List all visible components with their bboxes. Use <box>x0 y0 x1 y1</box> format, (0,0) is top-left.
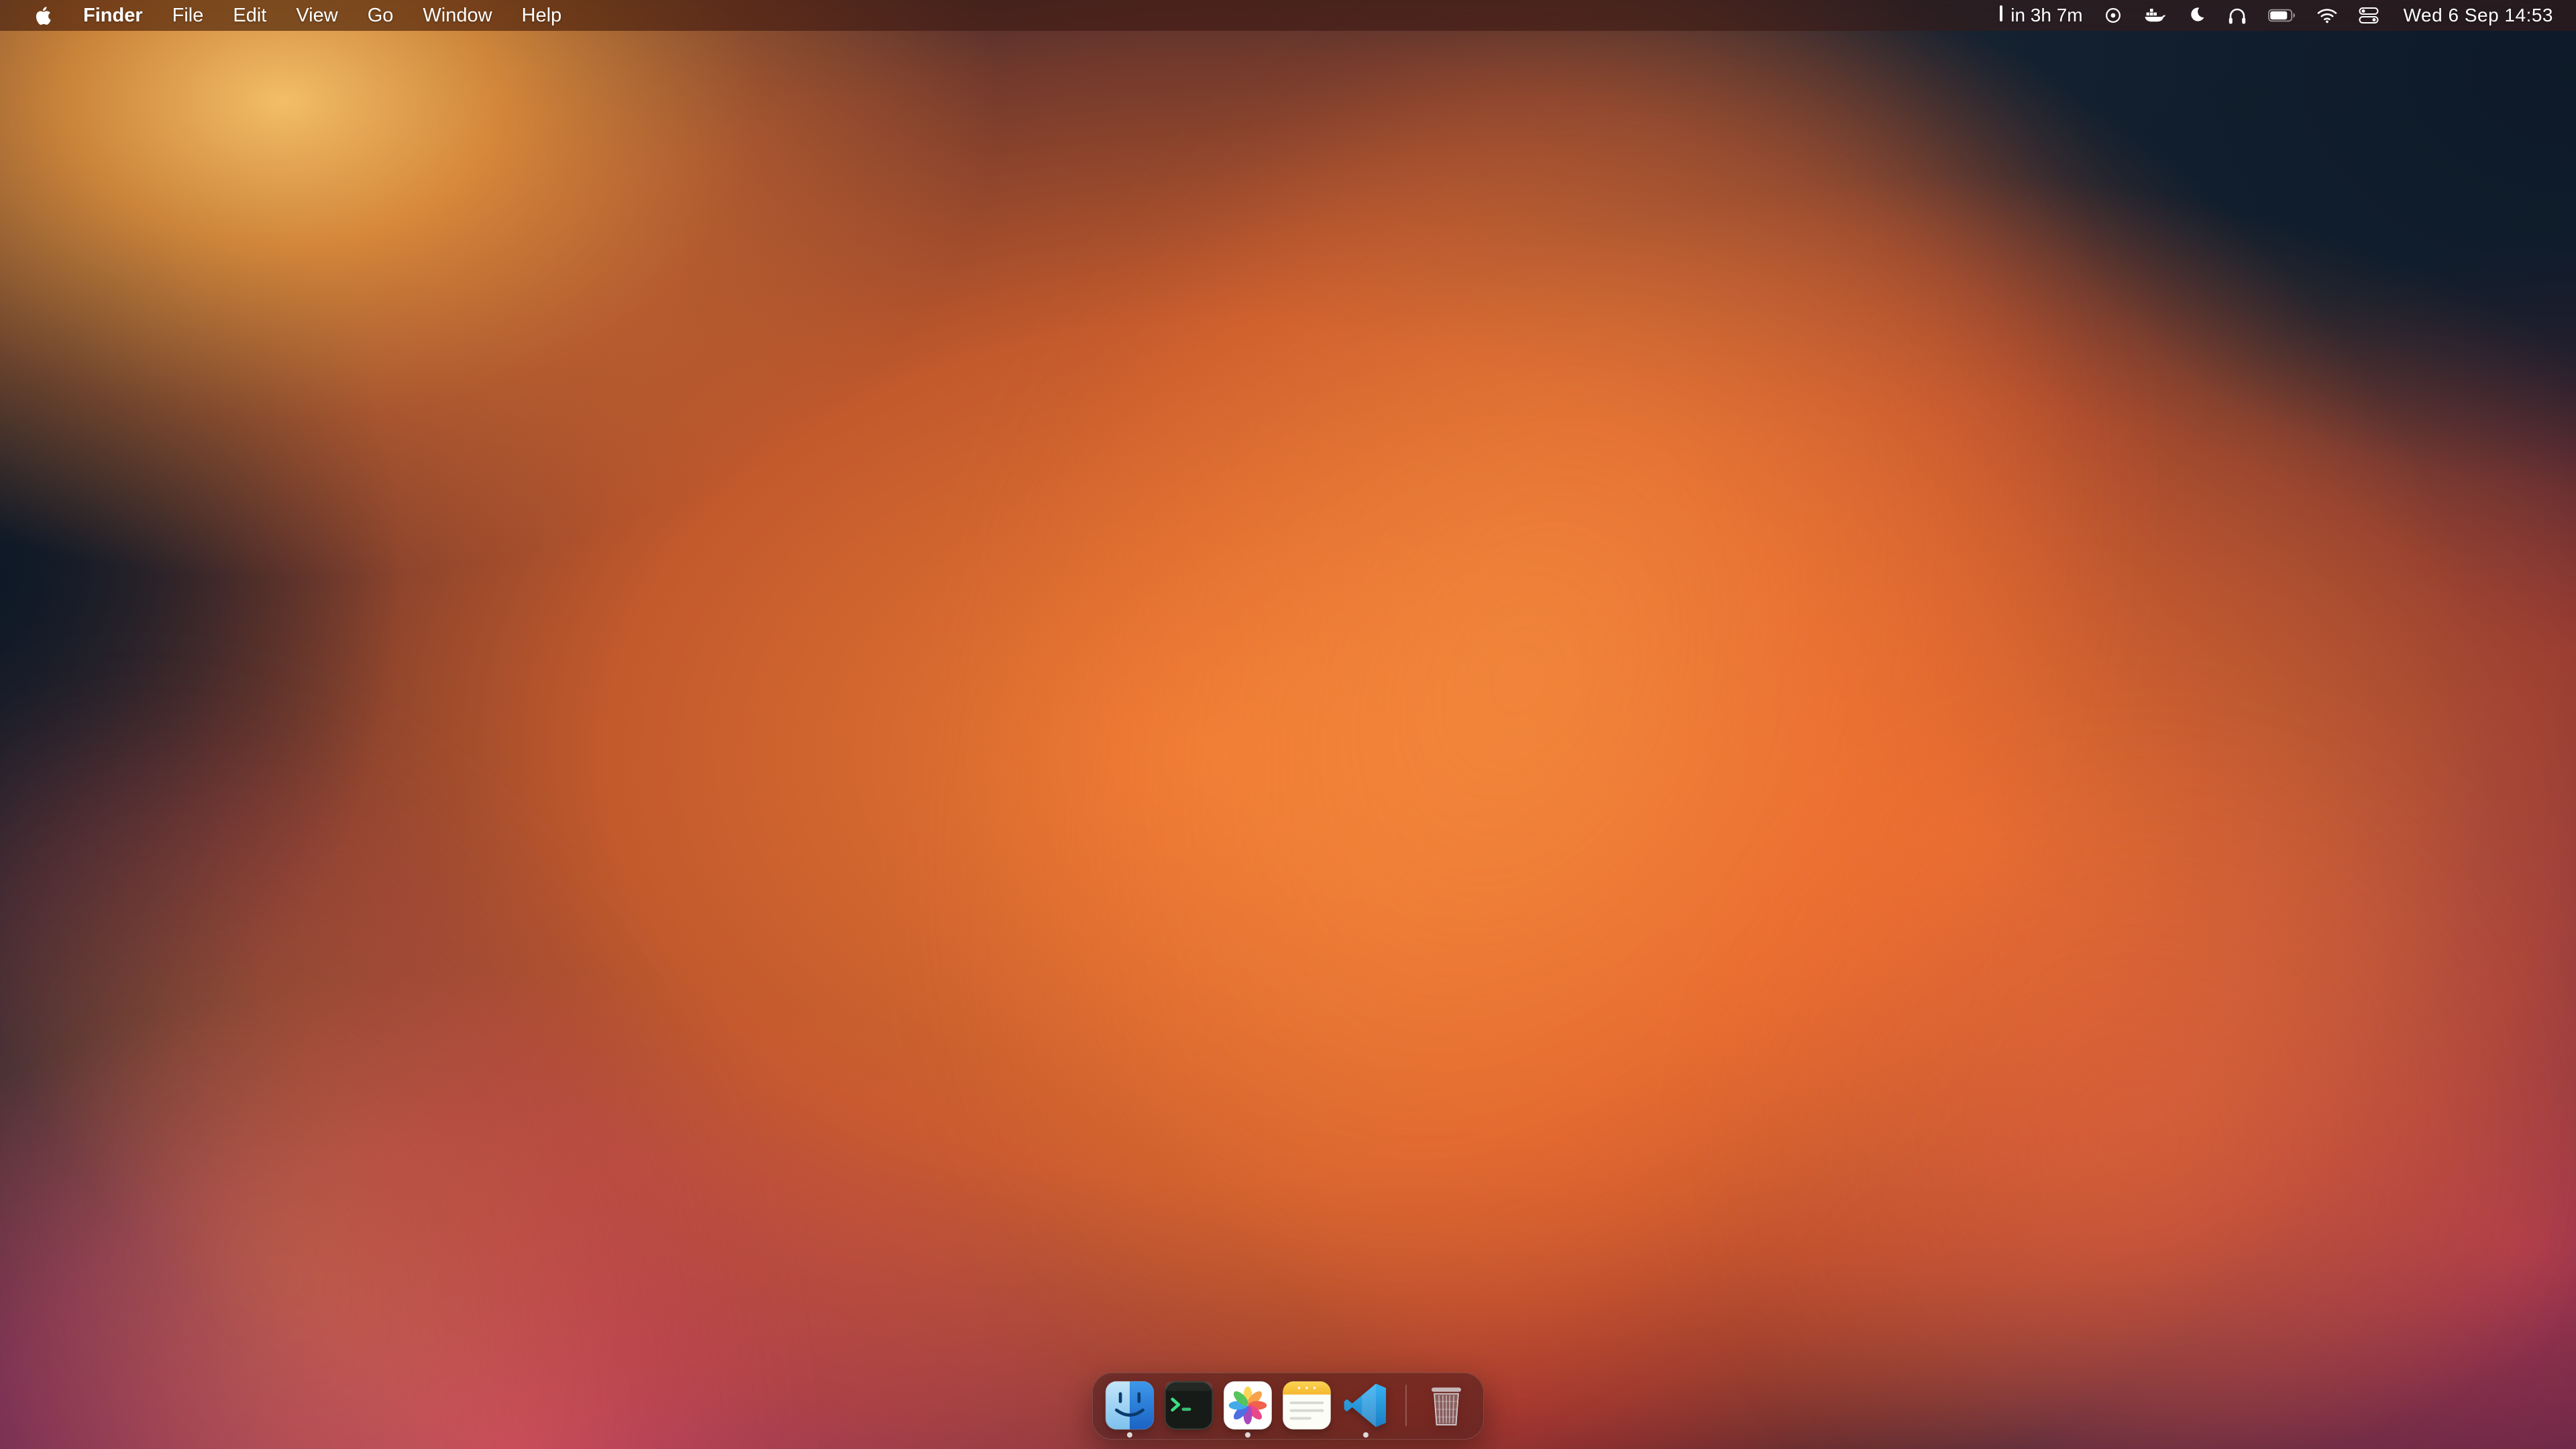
menu-bar: Finder File Edit View Go Window Help in … <box>0 0 2576 31</box>
photos-icon <box>1223 1381 1273 1430</box>
dock-separator <box>1405 1385 1407 1426</box>
notes-icon <box>1282 1381 1332 1430</box>
dock <box>1092 1373 1484 1440</box>
dock-item-finder[interactable] <box>1105 1381 1155 1430</box>
terminal-icon <box>1164 1381 1214 1430</box>
battery-icon[interactable] <box>2268 9 2296 22</box>
timer-status-label: in 3h 7m <box>2010 5 2082 26</box>
moon-icon[interactable] <box>2186 5 2206 25</box>
apple-logo-icon <box>32 4 52 27</box>
desktop-wallpaper <box>0 0 2576 1449</box>
dock-item-photos[interactable] <box>1223 1381 1273 1430</box>
dock-item-notes[interactable] <box>1282 1381 1332 1430</box>
menu-help[interactable]: Help <box>507 0 577 31</box>
finder-icon <box>1105 1381 1155 1430</box>
vscode-icon <box>1341 1381 1391 1430</box>
running-indicator <box>1363 1432 1368 1438</box>
timer-bar-icon <box>1998 4 2004 28</box>
dock-item-terminal[interactable] <box>1164 1381 1214 1430</box>
record-circle-icon[interactable] <box>2103 5 2123 25</box>
menu-bar-clock[interactable]: Wed 6 Sep 14:53 <box>2404 5 2553 26</box>
apple-menu[interactable] <box>27 0 68 31</box>
dock-item-trash[interactable] <box>1421 1381 1471 1430</box>
menu-bar-left: Finder File Edit View Go Window Help <box>27 0 576 31</box>
trash-icon <box>1421 1381 1471 1430</box>
running-indicator <box>1127 1432 1132 1438</box>
menu-window[interactable]: Window <box>408 0 506 31</box>
menu-go[interactable]: Go <box>353 0 409 31</box>
app-menu-title[interactable]: Finder <box>68 0 158 31</box>
running-indicator <box>1245 1432 1250 1438</box>
menu-file[interactable]: File <box>158 0 219 31</box>
wifi-icon[interactable] <box>2316 7 2338 24</box>
control-center-icon[interactable] <box>2358 6 2379 25</box>
menu-view[interactable]: View <box>281 0 352 31</box>
menu-edit[interactable]: Edit <box>218 0 281 31</box>
menu-bar-status-area: in 3h 7m <box>1998 0 2553 31</box>
dock-item-vscode[interactable] <box>1341 1381 1391 1430</box>
timer-status-item[interactable]: in 3h 7m <box>1998 4 2082 28</box>
docker-whale-icon[interactable] <box>2143 5 2166 25</box>
headphones-icon[interactable] <box>2226 5 2248 25</box>
